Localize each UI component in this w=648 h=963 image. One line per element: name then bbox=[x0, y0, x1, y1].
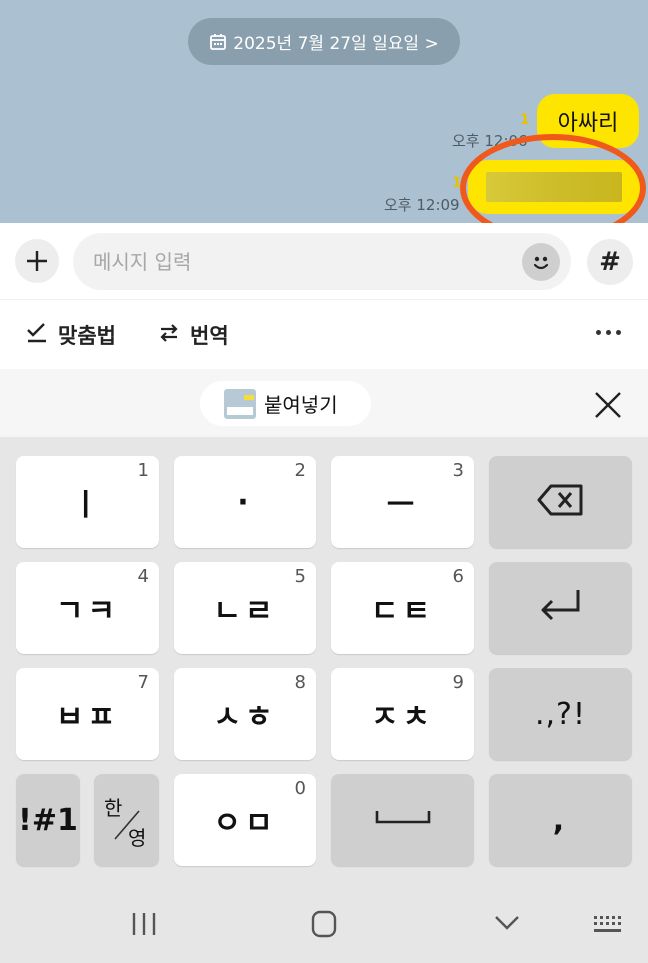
home-icon[interactable] bbox=[311, 910, 337, 942]
key-5[interactable]: 5 ㄴㄹ bbox=[174, 562, 316, 654]
spellcheck-label: 맞춤법 bbox=[58, 324, 116, 348]
enter-icon bbox=[538, 586, 584, 630]
keyboard: 1 ㅣ 2 · 3 ㅡ 4 ㄱㅋ 5 ㄴㄹ 6 ㄷㅌ 7 ㅂㅍ 8 ㅅㅎ 9 ㅈ… bbox=[0, 437, 648, 878]
keyboard-hide-icon[interactable] bbox=[592, 914, 624, 940]
key-6[interactable]: 6 ㄷㅌ bbox=[331, 562, 474, 654]
key-9[interactable]: 9 ㅈㅊ bbox=[331, 668, 474, 760]
check-icon bbox=[26, 322, 48, 349]
calendar-icon bbox=[209, 33, 227, 51]
message-input-bar: # bbox=[0, 223, 648, 299]
message-input[interactable] bbox=[73, 233, 571, 290]
message-text: 아싸리 bbox=[557, 111, 619, 136]
key-1[interactable]: 1 ㅣ bbox=[16, 456, 159, 548]
symbols-key[interactable]: !#1 bbox=[16, 774, 80, 866]
date-label: 2025년 7월 27일 일요일 > bbox=[233, 34, 439, 54]
hash-label: # bbox=[599, 247, 621, 277]
swap-icon bbox=[158, 322, 180, 349]
chat-area[interactable]: 2025년 7월 27일 일요일 > 1 오후 12:06 아싸리 1 오후 1… bbox=[0, 0, 648, 223]
key-7[interactable]: 7 ㅂㅍ bbox=[16, 668, 159, 760]
key-8[interactable]: 8 ㅅㅎ bbox=[174, 668, 316, 760]
key-3[interactable]: 3 ㅡ bbox=[331, 456, 474, 548]
translate-button[interactable]: 번역 bbox=[158, 320, 229, 350]
clipboard-thumbnail bbox=[224, 388, 256, 419]
enter-key[interactable] bbox=[489, 562, 632, 654]
back-icon[interactable] bbox=[493, 914, 521, 936]
backspace-icon bbox=[537, 483, 585, 521]
input-toolbar: 맞춤법 번역 bbox=[0, 299, 648, 369]
navigation-bar bbox=[0, 878, 648, 963]
language-toggle-key[interactable]: 한 영 bbox=[94, 774, 159, 866]
unread-count: 1 bbox=[520, 112, 530, 128]
paste-label: 붙여넣기 bbox=[264, 393, 338, 417]
space-key[interactable] bbox=[331, 774, 474, 866]
backspace-key[interactable] bbox=[489, 456, 632, 548]
clipboard-bar: 붙여넣기 bbox=[0, 369, 648, 437]
more-icon[interactable] bbox=[596, 330, 621, 335]
punctuation-key[interactable]: .,?! bbox=[489, 668, 632, 760]
message-time: 오후 12:09 bbox=[384, 196, 460, 214]
key-0[interactable]: 0 ㅇㅁ bbox=[174, 774, 316, 866]
date-divider[interactable]: 2025년 7월 27일 일요일 > bbox=[188, 18, 460, 65]
hash-icon[interactable]: # bbox=[587, 239, 633, 285]
close-icon[interactable] bbox=[592, 389, 624, 421]
paste-button[interactable]: 붙여넣기 bbox=[200, 381, 371, 426]
space-icon bbox=[374, 808, 432, 832]
translate-label: 번역 bbox=[190, 324, 229, 348]
emoji-icon[interactable] bbox=[522, 243, 560, 281]
spellcheck-button[interactable]: 맞춤법 bbox=[26, 320, 116, 350]
comma-key[interactable]: , bbox=[489, 774, 632, 866]
key-4[interactable]: 4 ㄱㅋ bbox=[16, 562, 159, 654]
plus-icon[interactable] bbox=[15, 239, 59, 283]
key-2[interactable]: 2 · bbox=[174, 456, 316, 548]
recent-apps-icon[interactable] bbox=[131, 911, 157, 941]
